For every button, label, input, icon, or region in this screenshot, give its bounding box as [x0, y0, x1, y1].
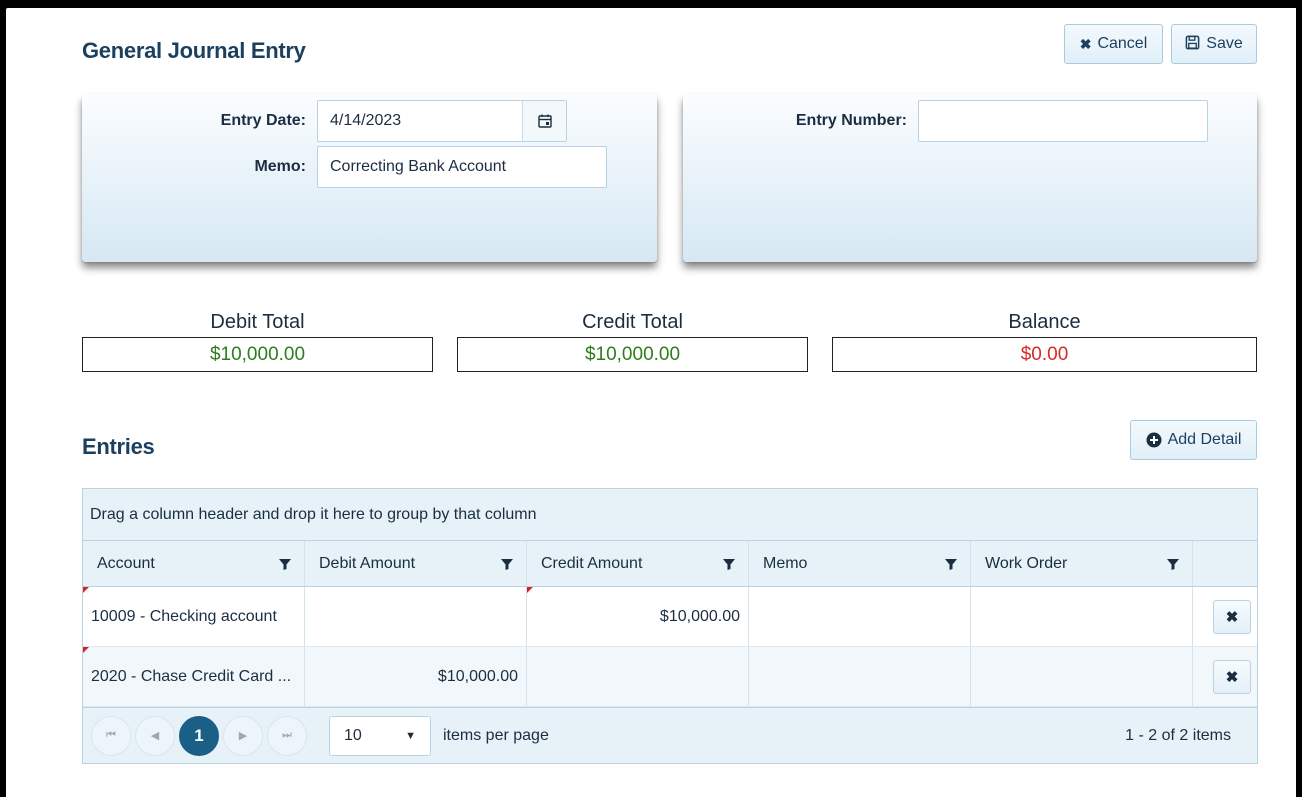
cell-memo[interactable] — [749, 587, 971, 646]
previous-page-button[interactable]: ◀ — [135, 715, 175, 756]
balance-label: Balance — [1008, 311, 1081, 333]
entries-title: Entries — [82, 434, 155, 459]
page-number-button[interactable]: 1 — [179, 715, 219, 756]
credit-total-label: Credit Total — [582, 311, 683, 333]
page-frame: General Journal Entry ✖ Cancel Save Entr… — [6, 8, 1296, 797]
previous-page-icon: ◀ — [150, 730, 160, 742]
column-header-label: Debit Amount — [319, 554, 416, 572]
cancel-button[interactable]: ✖ Cancel — [1064, 24, 1163, 64]
entry-date-label: Entry Date: — [220, 112, 306, 129]
close-icon: ✖ — [1225, 668, 1239, 686]
calendar-icon — [537, 114, 552, 128]
cell-work-order[interactable] — [971, 647, 1193, 706]
grid-header-row: Account Debit Amount Credit Amount Memo … — [83, 541, 1257, 587]
entry-date-field[interactable]: 4/14/2023 — [317, 100, 567, 142]
entries-grid: Drag a column header and drop it here to… — [82, 488, 1258, 764]
group-drop-area[interactable]: Drag a column header and drop it here to… — [83, 489, 1257, 541]
page-title: General Journal Entry — [82, 38, 306, 63]
save-button[interactable]: Save — [1171, 24, 1257, 64]
entry-date-value: 4/14/2023 — [330, 112, 402, 129]
memo-field[interactable]: Correcting Bank Account — [317, 146, 607, 188]
filter-icon[interactable] — [278, 557, 292, 571]
delete-row-button[interactable]: ✖ — [1213, 659, 1251, 694]
entry-number-field[interactable] — [918, 100, 1208, 142]
page-size-value: 10 — [344, 726, 362, 744]
table-row[interactable]: 2020 - Chase Credit Card ... $10,000.00 … — [83, 647, 1257, 707]
column-header-label: Memo — [763, 554, 808, 572]
first-page-button[interactable]: ⏮ — [91, 715, 131, 756]
grid-pager: ⏮ ◀ 1 ▶ ⏭ 10 ▼ items per page 1 - 2 of 2… — [83, 707, 1257, 763]
entry-details-panel: Entry Date: 4/14/2023 Memo: Correcting B… — [82, 94, 657, 262]
credit-total-value: $10,000.00 — [457, 337, 808, 372]
first-page-icon: ⏮ — [106, 729, 116, 741]
debit-total-value: $10,000.00 — [82, 337, 433, 372]
cell-actions: ✖ — [1193, 647, 1257, 706]
column-header-label: Credit Amount — [541, 554, 643, 572]
cell-debit[interactable] — [305, 587, 527, 646]
table-row[interactable]: 10009 - Checking account $10,000.00 ✖ — [83, 587, 1257, 647]
cell-credit[interactable] — [527, 647, 749, 706]
debit-total-label: Debit Total — [210, 311, 305, 333]
save-button-label: Save — [1206, 35, 1243, 52]
items-per-page-label: items per page — [443, 726, 549, 744]
last-page-icon: ⏭ — [282, 729, 292, 741]
page-size-select[interactable]: 10 ▼ — [329, 715, 431, 756]
next-page-button[interactable]: ▶ — [223, 715, 263, 756]
filter-icon[interactable] — [500, 557, 514, 571]
filter-icon[interactable] — [1166, 557, 1180, 571]
cell-credit[interactable]: $10,000.00 — [527, 587, 749, 646]
cell-account[interactable]: 2020 - Chase Credit Card ... — [83, 647, 305, 706]
column-header-account[interactable]: Account — [83, 541, 305, 586]
add-detail-button[interactable]: Add Detail — [1130, 420, 1257, 460]
cancel-button-label: Cancel — [1097, 35, 1148, 52]
cell-actions: ✖ — [1193, 587, 1257, 646]
column-header-credit-amount[interactable]: Credit Amount — [527, 541, 749, 586]
filter-icon[interactable] — [722, 557, 736, 571]
delete-row-button[interactable]: ✖ — [1213, 599, 1251, 634]
next-page-icon: ▶ — [238, 730, 248, 742]
column-header-memo[interactable]: Memo — [749, 541, 971, 586]
column-header-label: Work Order — [985, 554, 1068, 572]
plus-circle-icon — [1146, 432, 1162, 448]
column-header-debit-amount[interactable]: Debit Amount — [305, 541, 527, 586]
cell-debit[interactable]: $10,000.00 — [305, 647, 527, 706]
group-hint: Drag a column header and drop it here to… — [90, 505, 537, 523]
entry-number-panel: Entry Number: — [683, 94, 1257, 262]
memo-value: Correcting Bank Account — [330, 158, 507, 175]
last-page-button[interactable]: ⏭ — [267, 715, 307, 756]
add-detail-label: Add Detail — [1167, 431, 1242, 448]
close-icon: ✖ — [1225, 608, 1239, 626]
memo-label: Memo: — [254, 158, 306, 175]
cell-work-order[interactable] — [971, 587, 1193, 646]
calendar-button[interactable] — [522, 101, 566, 141]
save-icon — [1185, 35, 1200, 53]
close-icon: ✖ — [1079, 35, 1092, 52]
column-header-work-order[interactable]: Work Order — [971, 541, 1193, 586]
cell-memo[interactable] — [749, 647, 971, 706]
column-header-label: Account — [97, 554, 155, 572]
balance-value: $0.00 — [832, 337, 1257, 372]
filter-icon[interactable] — [944, 557, 958, 571]
cell-account[interactable]: 10009 - Checking account — [83, 587, 305, 646]
entry-number-label: Entry Number: — [795, 112, 907, 129]
column-header-actions — [1193, 541, 1257, 586]
chevron-down-icon: ▼ — [405, 729, 416, 742]
pager-info: 1 - 2 of 2 items — [1125, 726, 1231, 744]
